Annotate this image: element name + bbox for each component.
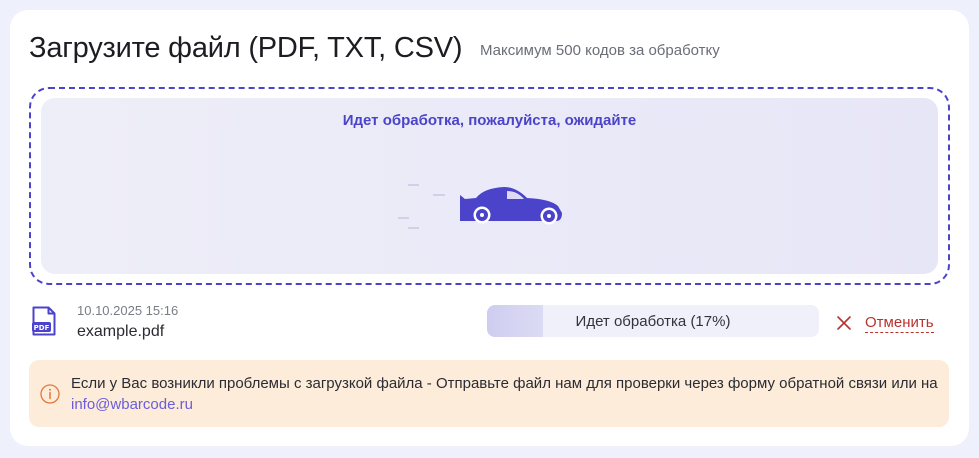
pdf-icon-label: PDF bbox=[34, 324, 50, 332]
help-notice: Если у Вас возникли проблемы с загрузкой… bbox=[29, 360, 949, 427]
progress-bar: Идет обработка (17%) bbox=[487, 305, 819, 337]
car-icon bbox=[398, 184, 562, 229]
support-email-link[interactable]: info@wbarcode.ru bbox=[71, 396, 193, 413]
dropzone-content: Идет обработка, пожалуйста, ожидайте bbox=[41, 98, 938, 274]
upload-card: Загрузите файл (PDF, TXT, CSV) Максимум … bbox=[10, 10, 969, 446]
file-date: 10.10.2025 15:16 bbox=[77, 303, 179, 318]
progress-label: Идет обработка (17%) bbox=[575, 313, 731, 330]
pdf-file-icon: PDF bbox=[32, 306, 56, 336]
cancel-label: Отменить bbox=[865, 313, 934, 333]
notice-text: Если у Вас возникли проблемы с загрузкой… bbox=[71, 375, 938, 392]
page-title: Загрузите файл (PDF, TXT, CSV) bbox=[29, 32, 463, 64]
info-icon bbox=[40, 384, 60, 404]
file-name: example.pdf bbox=[77, 323, 165, 340]
close-icon bbox=[837, 316, 851, 330]
upload-limit-hint: Максимум 500 кодов за обработку bbox=[480, 42, 720, 59]
file-dropzone[interactable]: Идет обработка, пожалуйста, ожидайте bbox=[29, 87, 950, 285]
processing-message: Идет обработка, пожалуйста, ожидайте bbox=[342, 112, 637, 129]
cancel-button[interactable]: Отменить bbox=[836, 311, 934, 335]
notice-message: Если у Вас возникли проблемы с загрузкой… bbox=[71, 373, 939, 415]
